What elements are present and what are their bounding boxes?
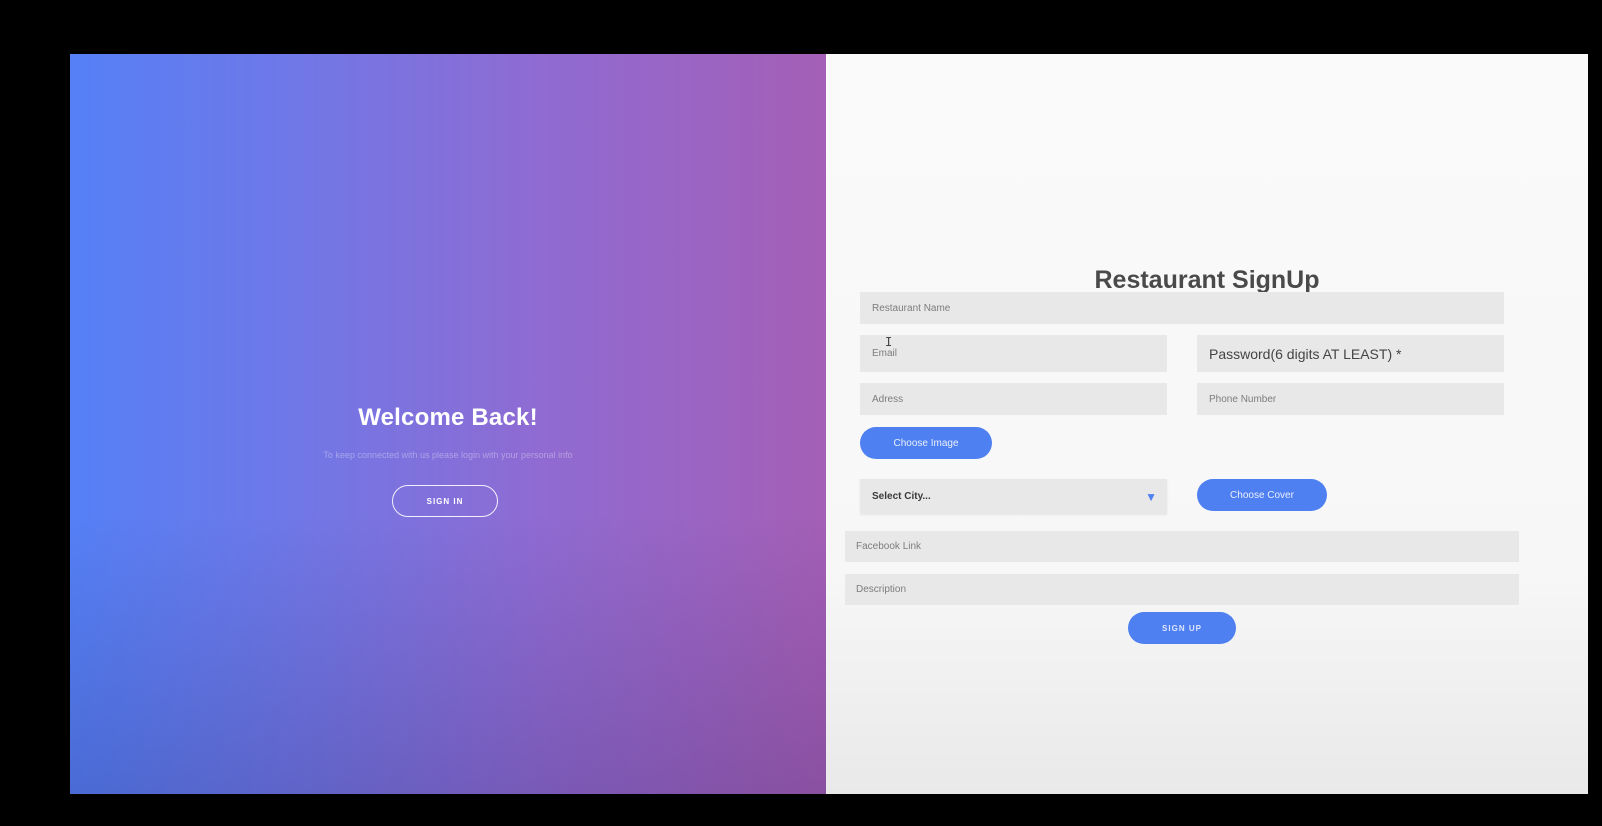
choose-image-button[interactable]: Choose Image	[860, 427, 992, 459]
password-placeholder: Password(6 digits AT LEAST) *	[1209, 345, 1402, 362]
address-placeholder: Adress	[872, 393, 904, 405]
description-input[interactable]: Description	[845, 574, 1519, 605]
restaurant-name-placeholder: Restaurant Name	[872, 302, 951, 314]
sign-in-button[interactable]: SIGN IN	[392, 485, 498, 517]
welcome-panel: Welcome Back! To keep connected with us …	[70, 54, 826, 794]
city-select[interactable]: Select City... ▼	[860, 479, 1167, 514]
chevron-down-icon: ▼	[1145, 489, 1157, 504]
choose-cover-button[interactable]: Choose Cover	[1197, 479, 1327, 511]
restaurant-name-input[interactable]: Restaurant Name	[860, 292, 1504, 324]
facebook-link-placeholder: Facebook Link	[856, 541, 922, 552]
signup-panel: Restaurant SignUp Restaurant Name Email …	[826, 54, 1588, 794]
email-placeholder: Email	[872, 348, 898, 359]
sign-up-button[interactable]: SIGN UP	[1128, 612, 1236, 644]
description-placeholder: Description	[856, 584, 907, 595]
phone-number-placeholder: Phone Number	[1209, 393, 1277, 405]
password-input[interactable]: Password(6 digits AT LEAST) *	[1197, 335, 1504, 372]
text-cursor-icon: I	[885, 335, 893, 349]
address-input[interactable]: Adress	[860, 383, 1167, 415]
screen: Welcome Back! To keep connected with us …	[70, 54, 1588, 794]
email-input[interactable]: Email	[860, 335, 1167, 372]
city-select-value: Select City...	[872, 491, 931, 502]
form-title: Restaurant SignUp	[1094, 266, 1320, 294]
phone-number-input[interactable]: Phone Number	[1197, 383, 1504, 415]
welcome-title: Welcome Back!	[358, 404, 538, 431]
welcome-subtitle: To keep connected with us please login w…	[323, 450, 573, 460]
facebook-link-input[interactable]: Facebook Link	[845, 531, 1519, 562]
